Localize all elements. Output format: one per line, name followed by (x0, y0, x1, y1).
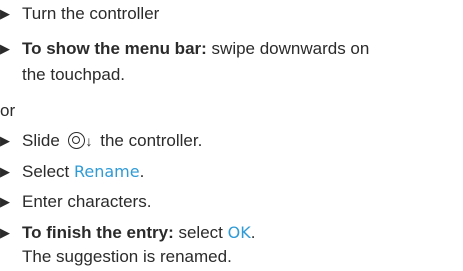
step-show-menu-bar-continuation: the touchpad. (22, 65, 125, 85)
result-text: The suggestion is renamed. (22, 247, 232, 266)
bullet-arrow-icon: ▶ (0, 6, 10, 21)
step-turn-controller: ▶ Turn the controller (0, 4, 159, 24)
step-text: the touchpad. (22, 65, 126, 84)
rename-ui-label: Rename (73, 162, 140, 181)
or-separator: or (0, 101, 15, 121)
ok-ui-label: OK (227, 223, 251, 242)
down-arrow-icon: ↓ (85, 133, 93, 149)
step-heading: To show the menu bar: (22, 39, 207, 58)
step-text: Select (22, 162, 74, 181)
bullet-arrow-icon: ▶ (0, 133, 10, 148)
step-text: Enter characters. (22, 192, 152, 211)
step-result: The suggestion is renamed. (22, 247, 232, 267)
step-show-menu-bar: ▶ To show the menu bar: swipe downwards o… (0, 39, 369, 59)
step-slide-controller: ▶ Slide ↓ the controller. (0, 131, 202, 151)
bullet-arrow-icon: ▶ (0, 225, 10, 240)
or-label: or (0, 101, 16, 120)
step-text: Slide (22, 131, 65, 150)
controller-icon (67, 132, 85, 149)
bullet-arrow-icon: ▶ (0, 41, 10, 56)
step-text: select (173, 223, 228, 242)
step-suffix: . (250, 223, 256, 242)
bullet-arrow-icon: ▶ (0, 194, 10, 209)
step-suffix: . (139, 162, 145, 181)
step-enter-characters: ▶ Enter characters. (0, 192, 151, 212)
step-finish-entry: ▶ To finish the entry: select OK. (0, 223, 255, 243)
step-select-rename: ▶ Select Rename. (0, 162, 144, 182)
step-text: Turn the controller (22, 4, 160, 23)
step-text: swipe downwards on (206, 39, 370, 58)
step-text: the controller. (95, 131, 203, 150)
step-heading: To finish the entry: (22, 223, 174, 242)
bullet-arrow-icon: ▶ (0, 164, 10, 179)
